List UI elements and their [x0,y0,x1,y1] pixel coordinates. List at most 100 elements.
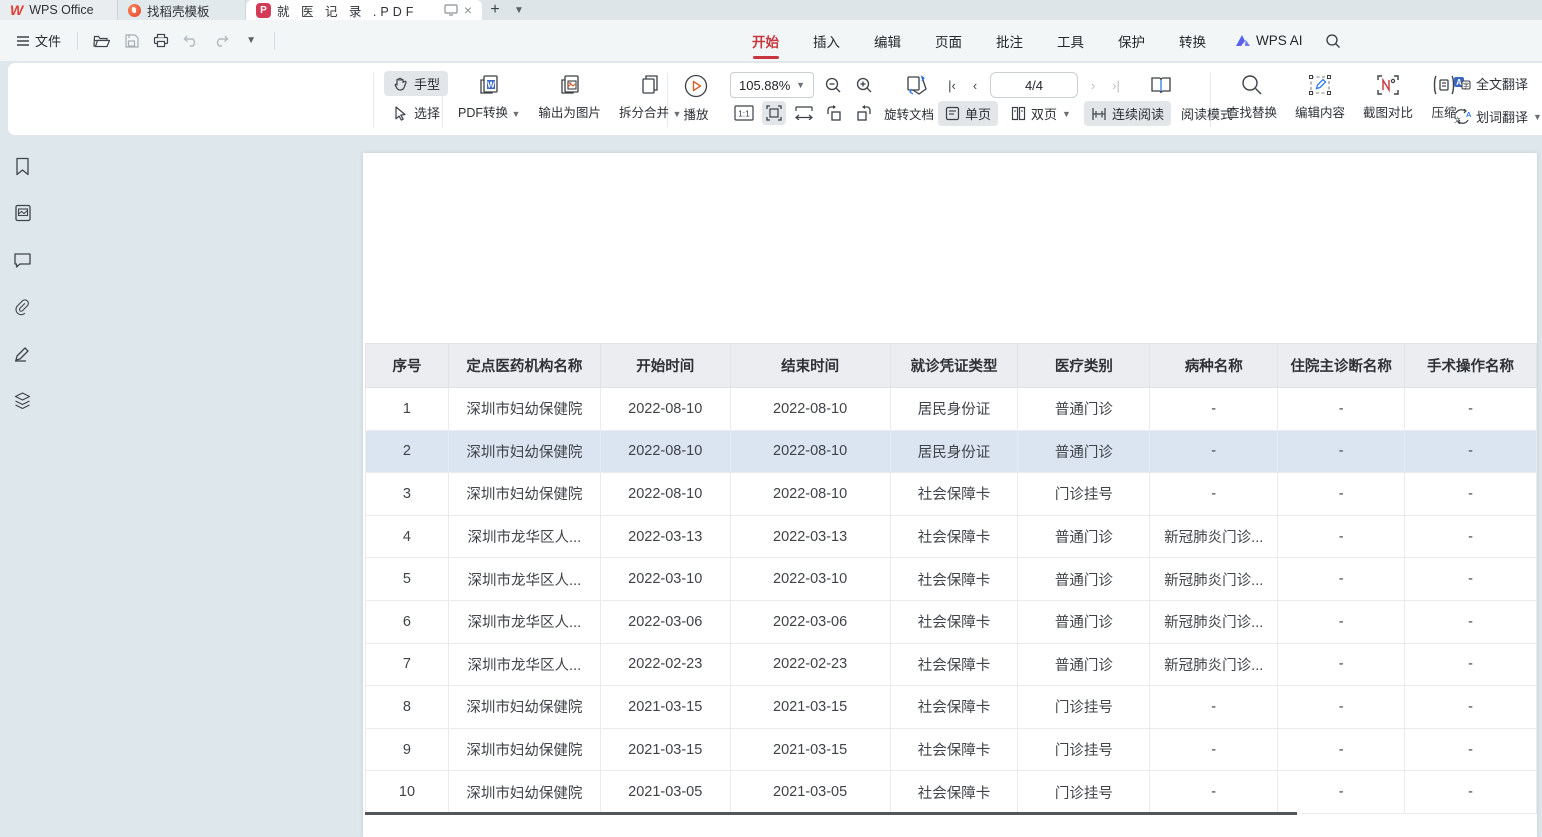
table-row: 7深圳市龙华区人...2022-02-232022-02-23社会保障卡普通门诊… [366,643,1537,686]
save-button[interactable] [118,29,144,53]
table-cell: 新冠肺炎门诊... [1150,558,1278,601]
table-row: 9深圳市妇幼保健院2021-03-152021-03-15社会保障卡门诊挂号--… [366,728,1537,771]
menu-search-button[interactable] [1315,33,1351,49]
attachment-icon[interactable] [8,292,38,322]
svg-text:1:1: 1:1 [738,109,750,119]
file-menu-button[interactable]: 文件 [10,27,67,54]
layers-icon[interactable] [8,386,38,416]
read-mode-icon[interactable] [1149,73,1173,97]
svg-text:W: W [487,81,495,90]
menu-comment[interactable]: 批注 [979,20,1040,61]
hand-tool-label: 手型 [414,74,440,93]
print-button[interactable] [148,29,174,53]
continuous-read-label: 连续阅读 [1112,104,1164,123]
menu-tools[interactable]: 工具 [1040,20,1101,61]
quick-access-toolbar: 文件 ▼ [0,27,281,54]
table-cell: 居民身份证 [890,388,1018,431]
full-translate-label: 全文翻译 [1476,74,1528,93]
zoom-in-button[interactable] [852,73,876,97]
bookmark-icon[interactable] [8,151,38,181]
double-page-button[interactable]: 双页 ▼ [1004,101,1078,126]
main-menu: 开始 插入 编辑 页面 批注 工具 保护 转换 WPS AI [735,20,1351,61]
pdf-page[interactable]: 序号定点医药机构名称开始时间结束时间就诊凭证类型医疗类别病种名称住院主诊断名称手… [363,153,1537,837]
column-header: 住院主诊断名称 [1278,344,1405,388]
menu-insert[interactable]: 插入 [796,20,857,61]
signature-icon[interactable] [8,339,38,369]
zoom-level-select[interactable]: 105.88% ▼ [730,72,814,98]
screenshot-compare-label: 截图对比 [1363,102,1413,121]
edit-content-button[interactable]: 编辑内容 [1288,70,1352,124]
rotate-left-button[interactable] [822,101,846,125]
table-cell: 2022-02-23 [730,643,890,686]
new-tab-button[interactable]: + [482,0,508,20]
tab-document-pdf[interactable]: P 就 医 记 录 .PDF × [246,0,482,20]
column-header: 病种名称 [1150,344,1278,388]
table-row: 1深圳市妇幼保健院2022-08-102022-08-10居民身份证普通门诊--… [366,388,1537,431]
find-replace-icon [1240,73,1264,97]
monitor-icon[interactable] [444,4,458,16]
rotate-document-icon[interactable] [905,73,929,97]
menu-wps-ai[interactable]: WPS AI [1223,33,1315,48]
close-tab-icon[interactable]: × [464,2,472,18]
next-page-button[interactable]: › [1085,78,1101,93]
table-row: 6深圳市龙华区人...2022-03-062022-03-06社会保障卡普通门诊… [366,600,1537,643]
continuous-read-button[interactable]: 连续阅读 [1084,101,1171,126]
table-cell: - [1405,600,1537,643]
table-cell: 2022-02-23 [600,643,730,686]
table-cell: - [1405,686,1537,729]
page-number-input[interactable] [990,72,1078,98]
menu-page[interactable]: 页面 [918,20,979,61]
table-cell: 2022-08-10 [600,473,730,516]
table-cell: - [1405,515,1537,558]
hand-tool-button[interactable]: 手型 [384,71,448,96]
tab-docer-templates[interactable]: 找稻壳模板 [118,0,246,20]
menu-home[interactable]: 开始 [735,20,796,61]
export-image-label: 输出为图片 [538,102,601,121]
open-file-button[interactable] [88,29,114,53]
svg-text:A: A [1466,110,1471,119]
redo-button[interactable] [208,29,234,53]
tab-label: WPS Office [29,3,93,17]
fit-width-button[interactable] [792,101,816,125]
comment-icon[interactable] [8,245,38,275]
table-cell: 9 [366,728,449,771]
play-button[interactable]: 播放 [676,70,716,126]
zoom-out-button[interactable] [821,73,845,97]
screenshot-compare-button[interactable]: 截图对比 [1356,70,1420,124]
fit-page-button[interactable] [762,101,786,125]
rotate-document-label[interactable]: 旋转文档 [884,104,934,123]
table-cell: 2021-03-15 [730,686,890,729]
hamburger-icon [16,35,30,47]
full-text-translate-button[interactable]: A字 全文翻译 [1446,71,1542,96]
table-cell: 门诊挂号 [1018,728,1150,771]
table-cell: 5 [366,558,449,601]
actual-size-button[interactable]: 1:1 [732,101,756,125]
document-title: 就 医 记 录 .PDF [277,1,438,20]
word-translate-button[interactable]: A文 划词翻译 ▼ [1446,104,1542,129]
find-replace-button[interactable]: 查找替换 [1220,70,1284,124]
thumbnails-icon[interactable] [8,198,38,228]
table-cell: 深圳市龙华区人... [448,558,600,601]
rotate-right-button[interactable] [852,101,876,125]
quickbar-more-chevron-icon[interactable]: ▼ [238,29,264,53]
single-page-button[interactable]: 单页 [938,101,998,126]
previous-page-button[interactable]: ‹ [967,78,983,93]
table-cell: 门诊挂号 [1018,771,1150,814]
tab-wps-office[interactable]: W WPS Office [0,0,118,20]
table-cell: 2021-03-15 [600,728,730,771]
table-header-row: 序号定点医药机构名称开始时间结束时间就诊凭证类型医疗类别病种名称住院主诊断名称手… [366,344,1537,388]
last-page-button[interactable]: ›| [1108,78,1124,93]
menu-convert[interactable]: 转换 [1162,20,1223,61]
tab-list-chevron-icon[interactable]: ▼ [508,0,530,20]
select-tool-button[interactable]: 选择 [384,100,448,125]
table-cell: 2022-03-10 [600,558,730,601]
word-translate-icon: A文 [1453,109,1471,124]
undo-button[interactable] [178,29,204,53]
menu-protect[interactable]: 保护 [1101,20,1162,61]
menu-edit[interactable]: 编辑 [857,20,918,61]
pdf-convert-button[interactable]: W PDF转换 ▼ [451,70,527,124]
double-page-label: 双页 [1031,104,1057,123]
select-tool-label: 选择 [414,103,440,122]
first-page-button[interactable]: |‹ [944,78,960,93]
export-as-image-button[interactable]: 输出为图片 [531,70,608,124]
